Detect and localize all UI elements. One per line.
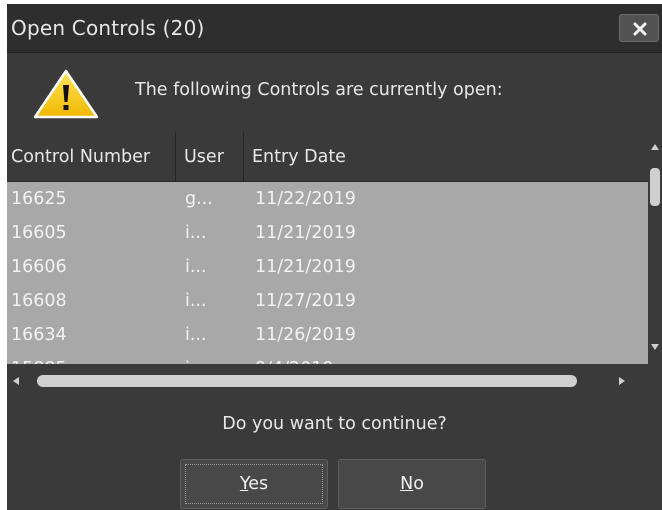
cell-entry-date: 11/21/2019	[255, 223, 356, 243]
grid-header: Control Number User Entry Date	[7, 132, 648, 182]
scrollbar-corner	[648, 364, 662, 398]
scroll-left-arrow-icon[interactable]	[13, 377, 19, 385]
cell-control-number: 16605	[11, 223, 67, 243]
cell-user: i...	[185, 257, 207, 277]
cell-entry-date: 11/26/2019	[255, 325, 356, 345]
yes-button-label: Yes	[239, 474, 269, 494]
scroll-right-arrow-icon[interactable]	[619, 377, 625, 385]
table-row[interactable]: 16605 i... 11/21/2019	[7, 216, 648, 250]
yes-button[interactable]: Yes	[180, 459, 328, 509]
cell-user: i...	[185, 352, 207, 364]
scroll-up-arrow-icon[interactable]	[651, 144, 659, 150]
horizontal-scrollbar[interactable]	[7, 364, 648, 398]
no-button[interactable]: No	[338, 459, 486, 509]
title-bar[interactable]: Open Controls (20)	[7, 4, 662, 53]
cell-user: i...	[185, 291, 207, 311]
close-button[interactable]	[619, 14, 659, 42]
window-title: Open Controls (20)	[11, 16, 205, 40]
horizontal-scroll-thumb[interactable]	[37, 375, 577, 387]
column-header-entry-date[interactable]: Entry Date	[248, 132, 448, 182]
cell-entry-date: 9/4/2019	[255, 352, 334, 364]
table-row[interactable]: 16625 g... 11/22/2019	[7, 182, 648, 216]
message-text: The following Controls are currently ope…	[135, 80, 503, 100]
cell-user: g...	[185, 189, 213, 209]
vertical-scroll-thumb[interactable]	[650, 168, 660, 206]
column-divider[interactable]	[243, 132, 244, 182]
cell-entry-date: 11/22/2019	[255, 189, 356, 209]
table-row[interactable]: 16608 i... 11/27/2019	[7, 284, 648, 318]
cell-entry-date: 11/21/2019	[255, 257, 356, 277]
grid-rows: 16625 g... 11/22/2019 16605 i... 11/21/2…	[7, 182, 648, 364]
cell-user: i...	[185, 223, 207, 243]
message-area: The following Controls are currently ope…	[7, 53, 662, 131]
scroll-down-arrow-icon[interactable]	[651, 344, 659, 350]
cell-control-number: 16625	[11, 189, 67, 209]
column-divider[interactable]	[175, 132, 176, 182]
table-row[interactable]: 16634 i... 11/26/2019	[7, 318, 648, 352]
table-row[interactable]: 15885 i... 9/4/2019	[7, 352, 648, 364]
confirmation-question: Do you want to continue?	[222, 414, 447, 434]
cell-entry-date: 11/27/2019	[255, 291, 356, 311]
table-row[interactable]: 16606 i... 11/21/2019	[7, 250, 648, 284]
cell-user: i...	[185, 325, 207, 345]
cell-control-number: 15885	[11, 352, 67, 364]
cell-control-number: 16608	[11, 291, 67, 311]
warning-icon	[33, 69, 99, 119]
open-controls-dialog: Open Controls (20) The following Control…	[7, 4, 662, 510]
no-button-label: No	[400, 474, 424, 494]
column-header-control-number[interactable]: Control Number	[7, 132, 175, 182]
vertical-scrollbar[interactable]	[648, 132, 662, 364]
column-header-user[interactable]: User	[180, 132, 244, 182]
cell-control-number: 16606	[11, 257, 67, 277]
cell-control-number: 16634	[11, 325, 67, 345]
close-icon	[633, 22, 647, 36]
controls-grid[interactable]: Control Number User Entry Date 16625 g..…	[7, 132, 648, 364]
